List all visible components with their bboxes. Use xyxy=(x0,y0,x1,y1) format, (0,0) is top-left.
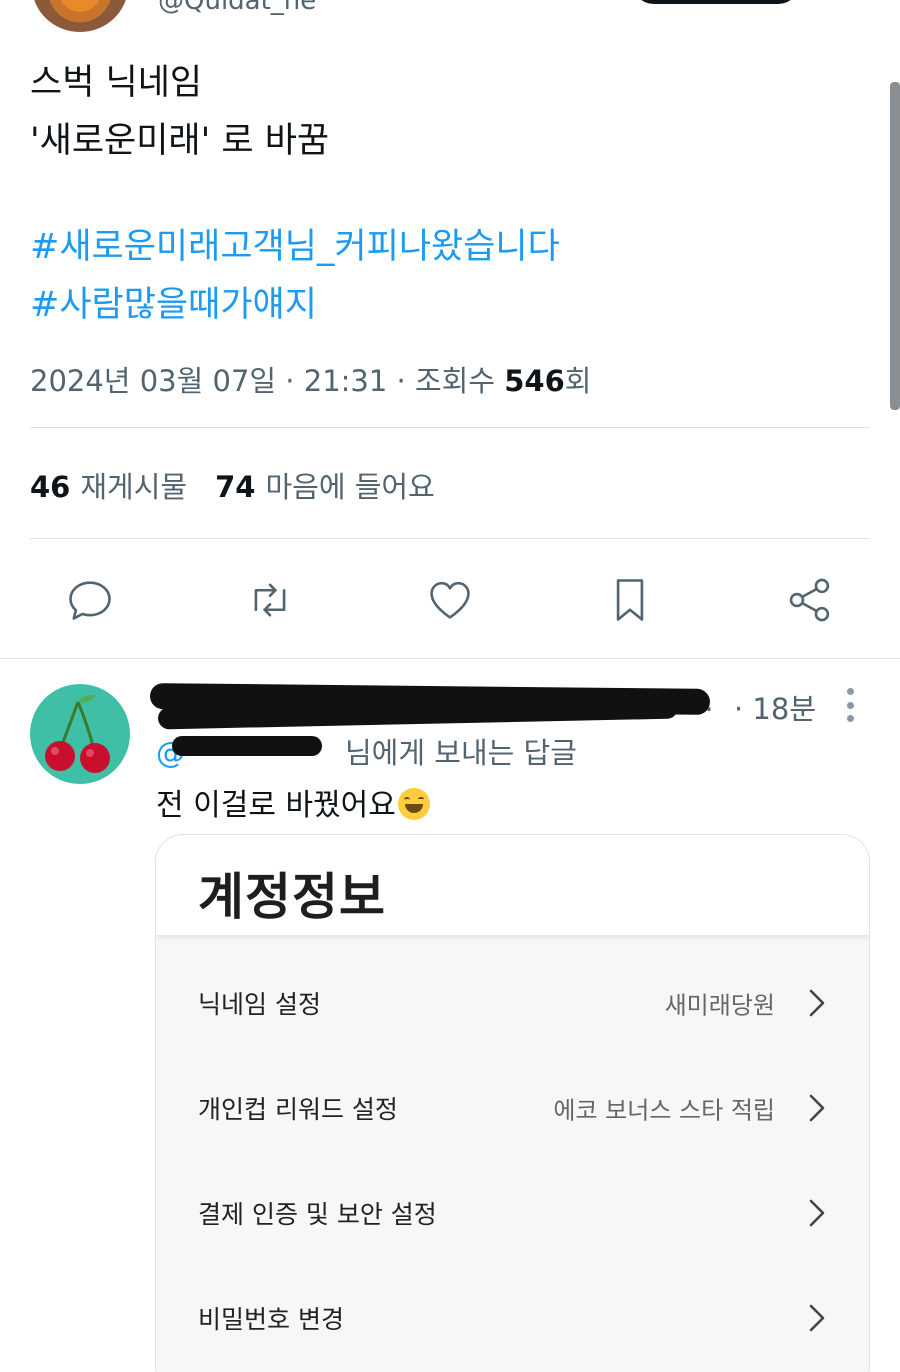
chevron-right-icon xyxy=(807,987,827,1019)
divider xyxy=(30,538,870,539)
retweets-count: 46 xyxy=(30,470,71,504)
personal-cup-reward-row[interactable]: 개인컵 리워드 설정 에코 보너스 스타 적립 xyxy=(156,1055,869,1160)
divider xyxy=(30,427,870,428)
chevron-right-icon xyxy=(807,1302,827,1334)
row-label: 결제 인증 및 보안 설정 xyxy=(198,1199,437,1229)
grinning-face-emoji-icon xyxy=(397,788,430,820)
follow-button[interactable] xyxy=(632,0,800,4)
bookmark-icon xyxy=(616,579,644,621)
tweet-text: 스벅 닉네임 '새로운미래' 로 바꿈 #새로운미래고객님_커피나왔습니다 #사… xyxy=(30,54,560,334)
more-options-icon[interactable] xyxy=(842,688,858,722)
replying-to-text: 님에게 보내는 답글 xyxy=(345,736,577,770)
reply-button[interactable] xyxy=(58,568,122,632)
retweets-label: 재게시물 xyxy=(80,470,188,504)
nickname-setting-row[interactable]: 닉네임 설정 새미래당원 xyxy=(156,950,869,1055)
likes-stat[interactable]: 74 마음에 들어요 xyxy=(215,470,435,504)
retweets-stat[interactable]: 46 재게시물 xyxy=(30,470,187,504)
share-icon xyxy=(789,578,830,622)
cherry-icon xyxy=(45,694,110,773)
tweet-stats: 46 재게시물 74 마음에 들어요 xyxy=(30,464,435,506)
view-count: 546 xyxy=(504,364,565,398)
row-label: 닉네임 설정 xyxy=(198,989,321,1019)
change-password-row[interactable]: 비밀번호 변경 xyxy=(156,1265,869,1370)
hashtag-link[interactable]: #새로운미래고객님_커피나왔습니다 xyxy=(30,218,560,276)
scrollbar[interactable] xyxy=(890,82,900,410)
reply-text: 전 이걸로 바꿨어요 xyxy=(156,780,430,824)
tweet-meta: 2024년 03월 07일 · 21:31 · 조회수 546회 xyxy=(30,358,591,400)
payment-security-row[interactable]: 결제 인증 및 보안 설정 xyxy=(156,1160,869,1265)
row-label: 비밀번호 변경 xyxy=(198,1304,344,1334)
bookmark-button[interactable] xyxy=(598,568,662,632)
author-avatar[interactable] xyxy=(32,0,128,32)
reply-avatar[interactable] xyxy=(30,684,130,784)
reply-icon xyxy=(69,581,111,620)
author-handle[interactable]: @Quidat_ne xyxy=(158,0,316,16)
redaction-mark xyxy=(172,736,322,756)
attached-image[interactable]: 계정정보 닉네임 설정 새미래당원 개인컵 리워드 설정 에코 보너스 스타 적… xyxy=(155,834,870,1372)
row-label: 개인컵 리워드 설정 xyxy=(198,1094,398,1124)
divider xyxy=(0,658,900,659)
tweet-line: 스벅 닉네임 xyxy=(30,63,203,103)
row-value: 새미래당원 xyxy=(664,991,775,1019)
row-value: 에코 보너스 스타 적립 xyxy=(553,1096,775,1124)
reply-time[interactable]: · 18분 xyxy=(734,686,816,728)
hashtag-link[interactable]: #사람많을때가얘지 xyxy=(30,276,560,334)
chevron-right-icon xyxy=(807,1092,827,1124)
chevron-right-icon xyxy=(807,1197,827,1229)
card-title: 계정정보 xyxy=(198,868,386,926)
retweet-button[interactable] xyxy=(238,568,302,632)
likes-count: 74 xyxy=(215,470,256,504)
reply-text-body: 전 이걸로 바꿨어요 xyxy=(156,788,396,823)
like-icon xyxy=(430,581,470,619)
like-button[interactable] xyxy=(418,568,482,632)
tweet-date-time[interactable]: 2024년 03월 07일 · 21:31 · 조회수 xyxy=(30,364,504,398)
view-count-suffix: 회 xyxy=(564,364,592,398)
retweet-icon xyxy=(254,583,286,617)
tweet-line: '새로운미래' 로 바꿈 xyxy=(30,121,330,161)
card-header: 계정정보 xyxy=(156,835,869,935)
tweet-action-bar xyxy=(0,568,900,632)
likes-label: 마음에 들어요 xyxy=(265,470,435,504)
share-button[interactable] xyxy=(778,568,842,632)
